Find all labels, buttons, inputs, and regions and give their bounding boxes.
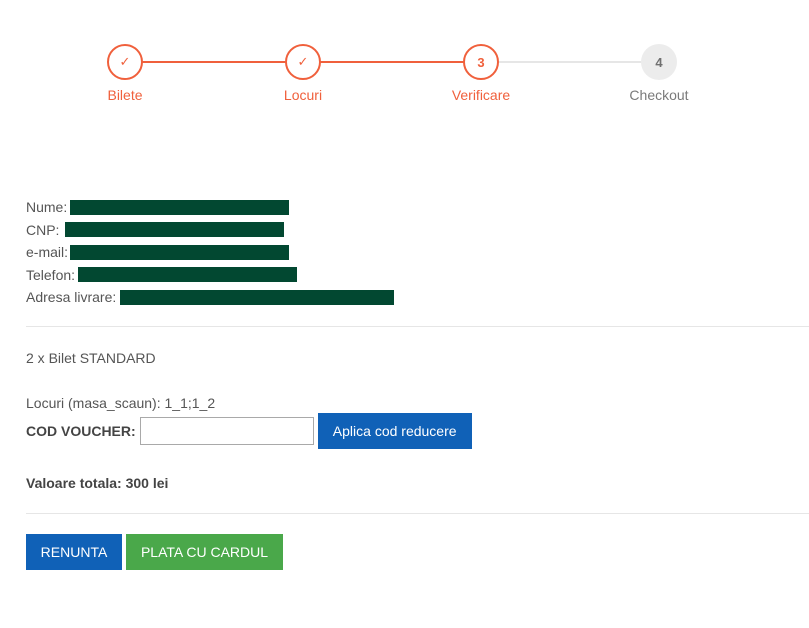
seats-summary: Locuri (masa_scaun): 1_1;1_2 <box>26 395 216 411</box>
customer-cnp-row: CNP: <box>26 219 394 242</box>
customer-email-row: e-mail: <box>26 241 394 264</box>
voucher-row: COD VOUCHER: Aplica cod reducere <box>26 413 472 449</box>
step-number: 3 <box>463 44 499 80</box>
checkout-stepper: ✓ Bilete ✓ Locuri 3 Verificare 4 Checkou… <box>0 0 809 120</box>
redacted-phone <box>78 267 298 283</box>
customer-address-row: Adresa livrare: <box>26 286 395 309</box>
name-label: Nume: <box>26 199 68 216</box>
cnp-label: CNP: <box>26 221 60 238</box>
redacted-name <box>70 199 290 215</box>
step-verificare: 3 Verificare <box>421 44 541 103</box>
check-icon: ✓ <box>285 44 321 80</box>
pay-by-card-button[interactable]: PLATA CU CARDUL <box>126 534 283 570</box>
redacted-cnp <box>65 222 285 238</box>
total-value: Valoare totala: 300 lei <box>26 475 169 491</box>
divider <box>26 513 809 514</box>
apply-voucher-button[interactable]: Aplica cod reducere <box>317 413 472 449</box>
step-number: 4 <box>641 44 677 80</box>
ticket-summary: 2 x Bilet STANDARD <box>26 350 156 366</box>
action-buttons: RENUNTA PLATA CU CARDUL <box>26 534 283 570</box>
step-bilete[interactable]: ✓ Bilete <box>65 44 185 103</box>
voucher-label: COD VOUCHER: <box>26 423 136 439</box>
redacted-email <box>70 244 290 260</box>
step-label: Checkout <box>629 87 689 103</box>
check-icon: ✓ <box>107 44 143 80</box>
voucher-input[interactable] <box>139 417 314 445</box>
customer-name-row: Nume: <box>26 196 394 219</box>
customer-info: Nume: CNP: e-mail: Telefon: Adresa livra… <box>26 196 395 309</box>
address-label: Adresa livrare: <box>26 289 117 306</box>
phone-label: Telefon: <box>26 266 76 283</box>
redacted-address <box>120 289 395 305</box>
email-label: e-mail: <box>26 244 69 261</box>
cancel-button[interactable]: RENUNTA <box>26 534 122 570</box>
step-label: Locuri <box>283 87 323 103</box>
step-checkout: 4 Checkout <box>599 44 719 103</box>
step-locuri[interactable]: ✓ Locuri <box>243 44 363 103</box>
customer-phone-row: Telefon: <box>26 264 394 287</box>
step-label: Verificare <box>451 87 511 103</box>
divider <box>26 326 809 327</box>
step-label: Bilete <box>107 87 143 103</box>
